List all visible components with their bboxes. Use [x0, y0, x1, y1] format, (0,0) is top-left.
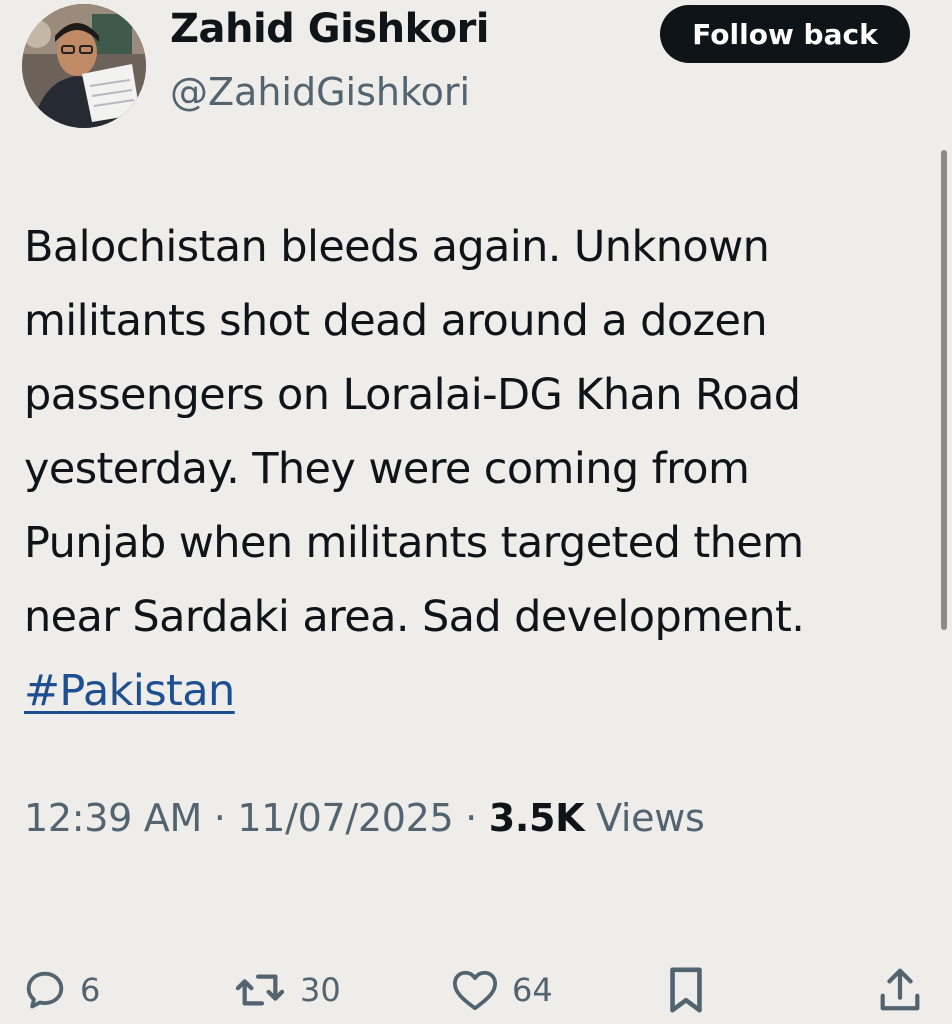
scrollbar[interactable] — [941, 150, 947, 630]
reply-icon — [26, 971, 64, 1009]
author-handle[interactable]: @ZahidGishkori — [170, 70, 470, 114]
author-avatar[interactable] — [22, 4, 146, 128]
share-button[interactable] — [876, 960, 924, 1020]
tweet-text-line: Balochistan bleeds again. Unknown — [24, 222, 770, 272]
tweet-detail: Zahid Gishkori @ZahidGishkori Follow bac… — [0, 0, 952, 1024]
tweet-text-line: near Sardaki area. Sad development. — [24, 592, 805, 642]
meta-separator: · — [213, 796, 226, 840]
share-icon — [880, 968, 920, 1011]
tweet-text-line: passengers on Loralai-DG Khan Road — [24, 370, 801, 420]
reply-button[interactable]: 6 — [22, 960, 100, 1020]
avatar-image — [22, 4, 146, 128]
tweet-text-line: militants shot dead around a dozen — [24, 296, 768, 346]
like-button[interactable]: 64 — [450, 960, 553, 1020]
retweet-button[interactable]: 30 — [232, 960, 341, 1020]
hashtag-link[interactable]: #Pakistan — [24, 666, 235, 716]
follow-back-button[interactable]: Follow back — [660, 5, 910, 63]
tweet-actions: 6 30 64 — [0, 960, 952, 1020]
tweet-text-line: yesterday. They were coming from — [24, 444, 750, 494]
tweet-meta: 12:39 AM · 11/07/2025 · 3.5K Views — [24, 796, 705, 840]
tweet-text: Balochistan bleeds again. Unknown milita… — [24, 210, 929, 728]
retweet-icon — [235, 974, 285, 1006]
heart-icon — [452, 970, 498, 1011]
tweet-text-line: Punjab when militants targeted them — [24, 518, 804, 568]
views-label: Views — [596, 796, 705, 840]
views-count: 3.5K — [488, 796, 585, 840]
tweet-time[interactable]: 12:39 AM — [24, 796, 202, 840]
author-display-name[interactable]: Zahid Gishkori — [170, 6, 490, 52]
reply-count: 6 — [80, 971, 101, 1009]
bookmark-button[interactable] — [664, 960, 708, 1020]
bookmark-icon — [670, 967, 702, 1013]
like-count: 64 — [512, 971, 553, 1009]
retweet-count: 30 — [300, 971, 341, 1009]
meta-separator: · — [465, 796, 477, 840]
tweet-date[interactable]: 11/07/2025 — [237, 796, 453, 840]
